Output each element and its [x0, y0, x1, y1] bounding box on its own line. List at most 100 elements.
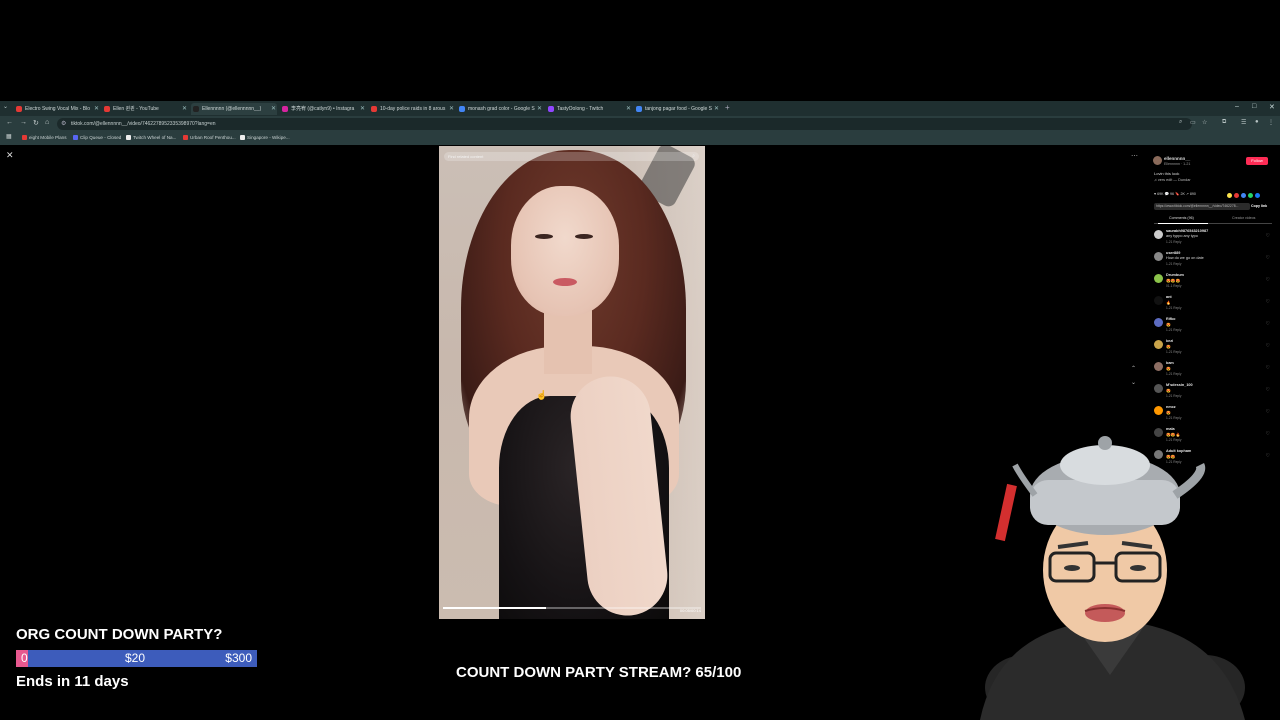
share-option-icon[interactable] — [1234, 193, 1239, 198]
comment-meta[interactable]: 1-21 Reply — [1166, 372, 1181, 376]
engagement-stats[interactable]: ♥ 69K 💬 96 🔖 2K ↗ 890 — [1154, 192, 1196, 196]
bookmark-item[interactable]: eight Mobile Plans — [22, 133, 67, 143]
close-tab-icon[interactable]: ✕ — [360, 103, 365, 115]
close-tab-icon[interactable]: ✕ — [182, 103, 187, 115]
follow-button[interactable]: Follow — [1246, 157, 1268, 165]
comment-meta[interactable]: 01-1 Reply — [1166, 284, 1181, 288]
commenter-name[interactable]: M'sdessin_100 — [1166, 383, 1193, 387]
video-player[interactable]: Find related content ⌕ ☝ 00:05/00:14 — [439, 146, 705, 619]
commenter-avatar[interactable] — [1154, 252, 1163, 261]
like-comment-icon[interactable]: ♡ — [1266, 277, 1270, 283]
extensions-icon[interactable]: ⧉ — [1222, 119, 1226, 126]
commenter-name[interactable]: user889 — [1166, 251, 1180, 255]
close-tab-icon[interactable]: ✕ — [626, 103, 631, 115]
comment-meta[interactable]: 1-21 Reply — [1166, 416, 1181, 420]
back-icon[interactable]: ← — [6, 119, 13, 126]
commenter-avatar[interactable] — [1154, 318, 1163, 327]
browser-tab[interactable]: 李亮宥 (@catlyn9) • Instagra ✕ — [280, 103, 366, 115]
site-info-icon[interactable]: ⚙ — [61, 118, 66, 130]
close-tab-icon[interactable]: ✕ — [714, 103, 719, 115]
zoom-icon[interactable]: ⌕ — [1179, 119, 1182, 126]
like-comment-icon[interactable]: ♡ — [1266, 343, 1270, 349]
minimize-icon[interactable]: – — [1235, 103, 1239, 110]
sidebar-icon[interactable]: ☰ — [1241, 119, 1246, 126]
commenter-name[interactable]: bam — [1166, 361, 1174, 365]
browser-tab[interactable]: Ellen 퀸퀸 - YouTube ✕ — [102, 103, 188, 115]
like-comment-icon[interactable]: ♡ — [1266, 453, 1270, 459]
like-comment-icon[interactable]: ♡ — [1266, 233, 1270, 239]
copy-link-button[interactable]: Copy link — [1251, 203, 1267, 210]
tab-creator-videos[interactable]: Creator videos — [1232, 216, 1255, 220]
cast-icon[interactable]: ▭ — [1190, 119, 1196, 126]
commenter-name[interactable]: kezi — [1166, 339, 1173, 343]
like-comment-icon[interactable]: ♡ — [1266, 365, 1270, 371]
commenter-avatar[interactable] — [1154, 406, 1163, 415]
like-comment-icon[interactable]: ♡ — [1266, 321, 1270, 327]
bookmark-star-icon[interactable]: ☆ — [1202, 119, 1207, 126]
close-tab-icon[interactable]: ✕ — [271, 103, 276, 115]
commenter-avatar[interactable] — [1154, 384, 1163, 393]
next-video-icon[interactable]: ⌄ — [1131, 379, 1136, 386]
new-tab-button[interactable]: + — [725, 103, 730, 112]
home-icon[interactable]: ⌂ — [45, 119, 49, 126]
comment-meta[interactable]: 1-21 Reply — [1166, 262, 1181, 266]
bookmark-item[interactable]: Clip Queue - Closed — [73, 133, 121, 143]
commenter-name[interactable]: nmcz — [1166, 405, 1176, 409]
close-window-icon[interactable]: ✕ — [1269, 103, 1275, 111]
share-option-icon[interactable] — [1241, 193, 1246, 198]
bookmark-item[interactable]: Twitch Wheel of Na... — [126, 133, 176, 143]
commenter-name[interactable]: ant — [1166, 295, 1172, 299]
commenter-avatar[interactable] — [1154, 230, 1163, 239]
comment-meta[interactable]: 1-21 Reply — [1166, 350, 1181, 354]
close-video-icon[interactable]: ✕ — [6, 150, 14, 161]
music-label[interactable]: ♫ vers edit — Dundar — [1154, 178, 1191, 182]
bookmark-item[interactable]: Singapore - Wikipe... — [240, 133, 290, 143]
video-search-input[interactable]: Find related content ⌕ — [444, 152, 699, 161]
commenter-avatar[interactable] — [1154, 362, 1163, 371]
commenter-name[interactable]: saurabh9876543210987 — [1166, 229, 1208, 233]
like-comment-icon[interactable]: ♡ — [1266, 255, 1270, 261]
close-tab-icon[interactable]: ✕ — [449, 103, 454, 115]
address-bar[interactable]: ⚙ tiktok.com/@ellennnnn__/video/74622789… — [57, 118, 1192, 130]
comment-meta[interactable]: 1-21 Reply — [1166, 394, 1181, 398]
browser-tab[interactable]: TastyOolong - Twitch ✕ — [546, 103, 632, 115]
like-comment-icon[interactable]: ♡ — [1266, 431, 1270, 437]
close-tab-icon[interactable]: ✕ — [537, 103, 542, 115]
more-options-icon[interactable]: ⋯ — [1131, 152, 1138, 160]
video-link-field[interactable]: https://www.tiktok.com/@ellennnnn__/vide… — [1154, 203, 1250, 210]
bookmark-item[interactable]: Urban Roof Penthou... — [183, 133, 236, 143]
commenter-name[interactable]: Rifko — [1166, 317, 1176, 321]
creator-avatar[interactable] — [1153, 156, 1162, 165]
commenter-avatar[interactable] — [1154, 274, 1163, 283]
close-tab-icon[interactable]: ✕ — [94, 103, 99, 115]
comment-meta[interactable]: 1-21 Reply — [1166, 328, 1181, 332]
tab-comments[interactable]: Comments (96) — [1169, 216, 1194, 220]
commenter-name[interactable]: Drumbum — [1166, 273, 1184, 277]
commenter-avatar[interactable] — [1154, 296, 1163, 305]
like-comment-icon[interactable]: ♡ — [1266, 387, 1270, 393]
like-comment-icon[interactable]: ♡ — [1266, 299, 1270, 305]
share-option-icon[interactable] — [1248, 193, 1253, 198]
browser-tab[interactable]: 10-day police raids in 8 arous ✕ — [369, 103, 455, 115]
commenter-avatar[interactable] — [1154, 340, 1163, 349]
browser-tab[interactable]: Ellennnnn (@ellennnnn__) ✕ — [191, 103, 277, 115]
apps-icon[interactable]: ▦ — [6, 133, 12, 140]
video-progress-bar[interactable] — [443, 607, 701, 609]
maximize-icon[interactable]: □ — [1252, 103, 1256, 110]
reload-icon[interactable]: ↻ — [33, 119, 39, 127]
browser-tab[interactable]: tanjong pagar food - Google S ✕ — [634, 103, 720, 115]
menu-icon[interactable]: ⋮ — [1268, 119, 1274, 126]
share-option-icon[interactable] — [1227, 193, 1232, 198]
forward-icon[interactable]: → — [20, 119, 27, 126]
comment-meta[interactable]: 1-21 Reply — [1166, 240, 1181, 244]
browser-tab[interactable]: monash grad color - Google S ✕ — [457, 103, 543, 115]
creator-username[interactable]: ellennnnn__ — [1164, 156, 1190, 161]
share-option-icon[interactable] — [1255, 193, 1260, 198]
browser-tab[interactable]: Electro Swing Vocal Mix - Blo ✕ — [14, 103, 100, 115]
tab-search-icon[interactable]: ⌄ — [3, 103, 8, 110]
search-icon[interactable]: ⌕ — [692, 152, 695, 161]
profile-icon[interactable]: ● — [1255, 119, 1259, 125]
comment-meta[interactable]: 1-21 Reply — [1166, 306, 1181, 310]
like-comment-icon[interactable]: ♡ — [1266, 409, 1270, 415]
previous-video-icon[interactable]: ⌃ — [1131, 365, 1136, 372]
